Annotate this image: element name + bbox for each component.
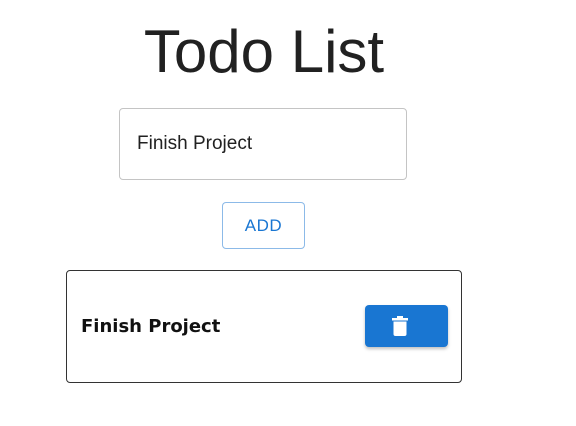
todo-input[interactable] <box>120 109 406 179</box>
delete-button[interactable] <box>365 305 448 347</box>
page-title: Todo List <box>143 18 385 85</box>
todo-app: Todo List ADD Finish Project <box>0 0 576 426</box>
todo-list: Finish Project <box>66 270 462 383</box>
trash-icon <box>392 316 408 336</box>
todo-input-container[interactable] <box>119 108 407 180</box>
todo-item-text: Finish Project <box>81 316 221 337</box>
todo-item: Finish Project <box>66 270 462 383</box>
add-button[interactable]: ADD <box>222 202 305 249</box>
